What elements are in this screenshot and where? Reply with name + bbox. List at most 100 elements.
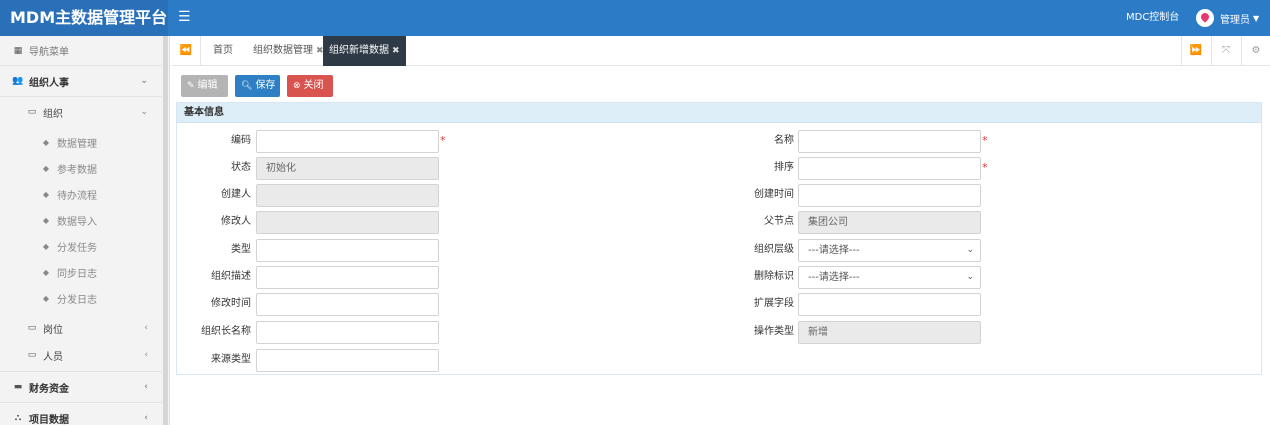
field-label: 类型 <box>231 244 251 255</box>
modify-time-input[interactable] <box>256 293 439 316</box>
create-time-input[interactable] <box>798 184 981 207</box>
tab-bar: ⏪ 首页 组织数据管理 ✖ 组织新增数据 ✖ ⏩ ⤧ ⚙ <box>172 36 1270 66</box>
field-label: 来源类型 <box>211 354 251 365</box>
extension-field-input[interactable] <box>798 293 981 316</box>
sidebar-group-org-hr[interactable]: 👥 组织人事 ⌄ <box>0 66 162 96</box>
required-marker: * <box>982 134 988 147</box>
credit-card-icon: ▬ <box>13 382 23 392</box>
sidebar-subgroup-post[interactable]: ▭ 岗位 ‹ <box>0 314 162 342</box>
close-icon[interactable]: ✖ <box>392 46 400 56</box>
user-menu[interactable]: 管理员 ▼ <box>1196 8 1259 28</box>
user-name: 管理员 <box>1220 14 1250 26</box>
org-level-select[interactable]: ---请选择--- ⌄ <box>798 239 981 262</box>
tag-icon: ◆ <box>42 267 50 277</box>
select-value: ---请选择--- <box>808 272 860 283</box>
sidebar-subgroup-org[interactable]: ▭ 组织 ⌄ <box>0 98 162 126</box>
required-marker: * <box>982 161 988 174</box>
delete-flag-select[interactable]: ---请选择--- ⌄ <box>798 266 981 289</box>
tab-label: 组织数据管理 <box>253 45 313 56</box>
tab-divider <box>200 36 201 66</box>
tab-label: 组织新增数据 <box>329 45 389 56</box>
edit-button[interactable]: ✎ 编辑 <box>181 75 228 97</box>
sidebar-item-reference-data[interactable]: ◆ 参考数据 <box>0 155 162 181</box>
select-value: ---请选择--- <box>808 245 860 256</box>
sidebar-item-todo-flow[interactable]: ◆ 待办流程 <box>0 181 162 207</box>
type-input[interactable] <box>256 239 439 262</box>
tab-home[interactable]: 首页 <box>207 36 239 66</box>
modifier-field <box>256 211 439 234</box>
sidebar-subgroup-person[interactable]: ▭ 人员 ‹ <box>0 341 162 369</box>
sidebar-item-label: 数据导入 <box>57 216 97 228</box>
chevron-down-icon: ⌄ <box>140 107 148 117</box>
chevron-down-icon: ⌄ <box>966 272 974 282</box>
sidebar-scrollbar[interactable] <box>163 36 168 425</box>
sidebar-group-label: 项目数据 <box>29 414 69 425</box>
gear-icon[interactable]: ⚙ <box>1242 36 1270 66</box>
sidebar-item-label: 分发任务 <box>57 242 97 254</box>
sidebar-group-label: 财务资金 <box>29 383 69 395</box>
caret-down-icon: ▼ <box>1253 13 1260 23</box>
top-bar: MDM主数据管理平台 ☰ MDC控制台 管理员 ▼ <box>0 0 1270 36</box>
tab-org-new-data[interactable]: 组织新增数据 ✖ <box>323 36 406 66</box>
required-marker: * <box>440 134 446 147</box>
field-label: 名称 <box>774 135 794 146</box>
sitemap-icon: ⛬ <box>14 413 22 423</box>
tag-icon: ◆ <box>42 189 50 199</box>
folder-icon: ▭ <box>27 107 37 117</box>
field-label: 创建时间 <box>754 189 794 200</box>
sidebar-item-dispatch-log[interactable]: ◆ 分发日志 <box>0 285 162 311</box>
field-label: 删除标识 <box>754 271 794 282</box>
sidebar-group-finance[interactable]: ▬ 财务资金 ‹ <box>0 372 162 402</box>
folder-icon: ▭ <box>27 350 37 360</box>
sidebar-item-dispatch-task[interactable]: ◆ 分发任务 <box>0 233 162 259</box>
name-input[interactable] <box>798 130 981 153</box>
chevron-left-icon: ‹ <box>144 350 148 360</box>
sidebar-item-label: 参考数据 <box>57 164 97 176</box>
sidebar-group-project[interactable]: ⛬ 项目数据 ‹ <box>0 403 162 425</box>
tag-icon: ◆ <box>42 241 50 251</box>
folder-icon: ▭ <box>27 323 37 333</box>
status-field: 初始化 <box>256 157 439 180</box>
panel-title: 基本信息 <box>177 103 1261 123</box>
close-button[interactable]: ⊗ 关闭 <box>287 75 333 97</box>
tab-scroll-left-icon[interactable]: ⏪ <box>172 36 200 66</box>
fullscreen-icon[interactable]: ⤧ <box>1212 36 1240 66</box>
field-label: 编码 <box>231 135 251 146</box>
avatar <box>1196 9 1214 27</box>
sidebar-item-data-import[interactable]: ◆ 数据导入 <box>0 207 162 233</box>
sort-input[interactable] <box>798 157 981 180</box>
field-label: 组织描述 <box>211 271 251 282</box>
field-label: 操作类型 <box>754 326 794 337</box>
console-link[interactable]: MDC控制台 <box>1126 12 1179 24</box>
tag-icon: ◆ <box>42 137 50 147</box>
source-type-input[interactable] <box>256 349 439 372</box>
close-button-label: 关闭 <box>303 80 324 91</box>
chevron-left-icon: ‹ <box>144 413 148 423</box>
tab-scroll-right-icon[interactable]: ⏩ <box>1182 36 1210 66</box>
field-label: 创建人 <box>221 189 251 200</box>
sidebar: ▦ 导航菜单 👥 组织人事 ⌄ ▭ 组织 ⌄ ◆ 数据管理 ◆ 参考数据 ◆ 待… <box>0 36 170 425</box>
users-icon: 👥 <box>12 76 24 86</box>
grid-icon: ▦ <box>13 45 23 56</box>
basic-info-panel: 基本信息 编码 * 状态 初始化 创建人 修改人 类型 组织描述 修改时间 组织… <box>176 102 1262 375</box>
sidebar-group-label: 组织人事 <box>29 77 69 89</box>
chevron-down-icon: ⌄ <box>966 245 974 255</box>
save-button-label: 保存 <box>255 80 276 91</box>
creator-field <box>256 184 439 207</box>
sidebar-subgroup-label: 人员 <box>43 351 63 363</box>
save-button[interactable]: 🔍︎ 保存 <box>235 75 280 97</box>
tag-icon: ◆ <box>42 215 50 225</box>
sidebar-item-data-manage[interactable]: ◆ 数据管理 <box>0 129 162 155</box>
menu-toggle-icon[interactable]: ☰ <box>178 9 191 25</box>
tab-label: 首页 <box>213 45 233 56</box>
chevron-left-icon: ‹ <box>144 323 148 333</box>
org-long-name-input[interactable] <box>256 321 439 344</box>
tab-org-data-manage[interactable]: 组织数据管理 ✖ <box>247 36 330 66</box>
code-input[interactable] <box>256 130 439 153</box>
org-description-input[interactable] <box>256 266 439 289</box>
parent-node-field: 集团公司 <box>798 211 981 234</box>
field-label: 修改人 <box>221 216 251 227</box>
tag-icon: ◆ <box>42 163 50 173</box>
field-label: 状态 <box>231 162 251 173</box>
sidebar-item-sync-log[interactable]: ◆ 同步日志 <box>0 259 162 285</box>
